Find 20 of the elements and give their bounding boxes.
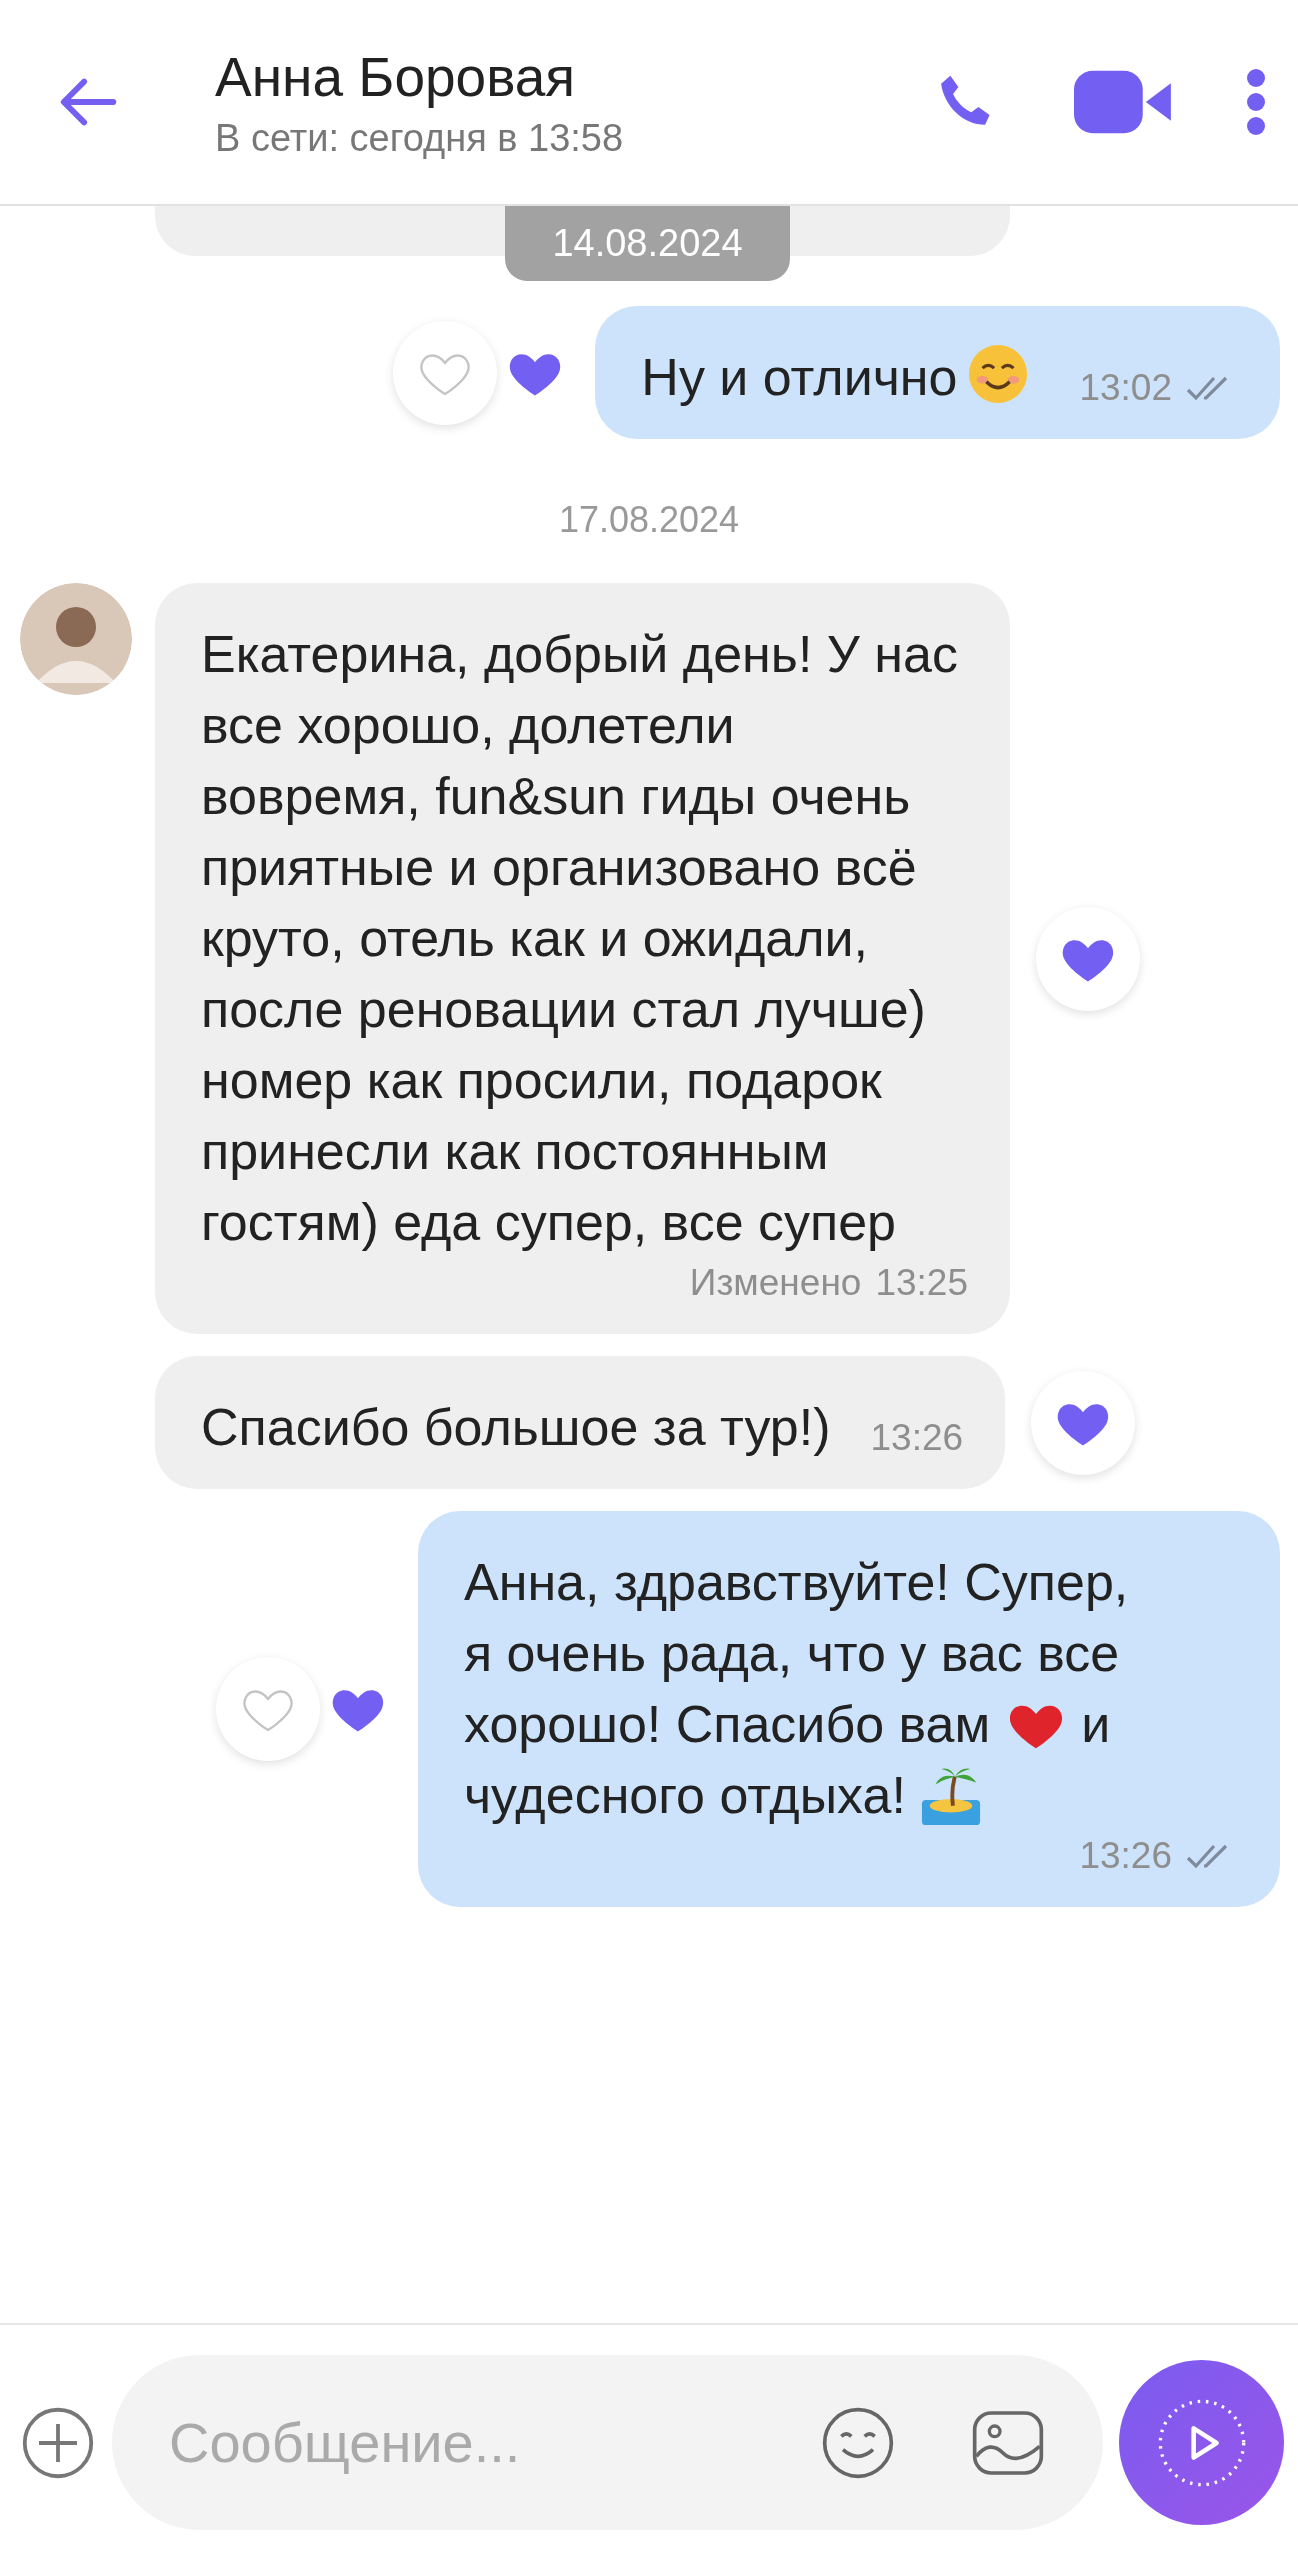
message-time: 13:02 [1079,366,1172,410]
message-text: Ну и отлично [641,348,958,406]
message-text: Анна, здравствуйте! Супер, [464,1552,1129,1613]
message-text: Екатерина, добрый день! У нас все хорошо, долетели вовремя, fun&sun гиды очень приятные и организовано всё круто, отель как и ожидали, после реновации стал лучше) номер как просили, подарок принесли как постоянным гостям) еда супер, все супер [201,625,958,1251]
message-text: хорошо! Спасибо вам [464,1694,991,1755]
online-status: В сети: сегодня в 13:58 [215,116,625,160]
message-text: Спасибо большое за тур!) [201,1398,831,1456]
message-time: 13:26 [1079,1834,1172,1878]
message-text: я очень рада, что у вас все [464,1623,1120,1684]
message-time: 13:26 [870,1416,964,1460]
date-badge: 14.08.2024 [505,206,790,281]
message-text: чудесного отдыха! [464,1765,906,1826]
contact-name: Анна Боровая [215,44,577,109]
edited-label: Изменено [689,1261,862,1305]
message-time: 13:25 [875,1261,968,1305]
avatar[interactable] [20,583,132,695]
date-divider: 17.08.2024 [558,499,740,541]
message-input[interactable]: Сообщение... [167,2409,748,2476]
smiling-emoji-icon [967,343,1030,405]
message-text: и [1081,1694,1111,1755]
